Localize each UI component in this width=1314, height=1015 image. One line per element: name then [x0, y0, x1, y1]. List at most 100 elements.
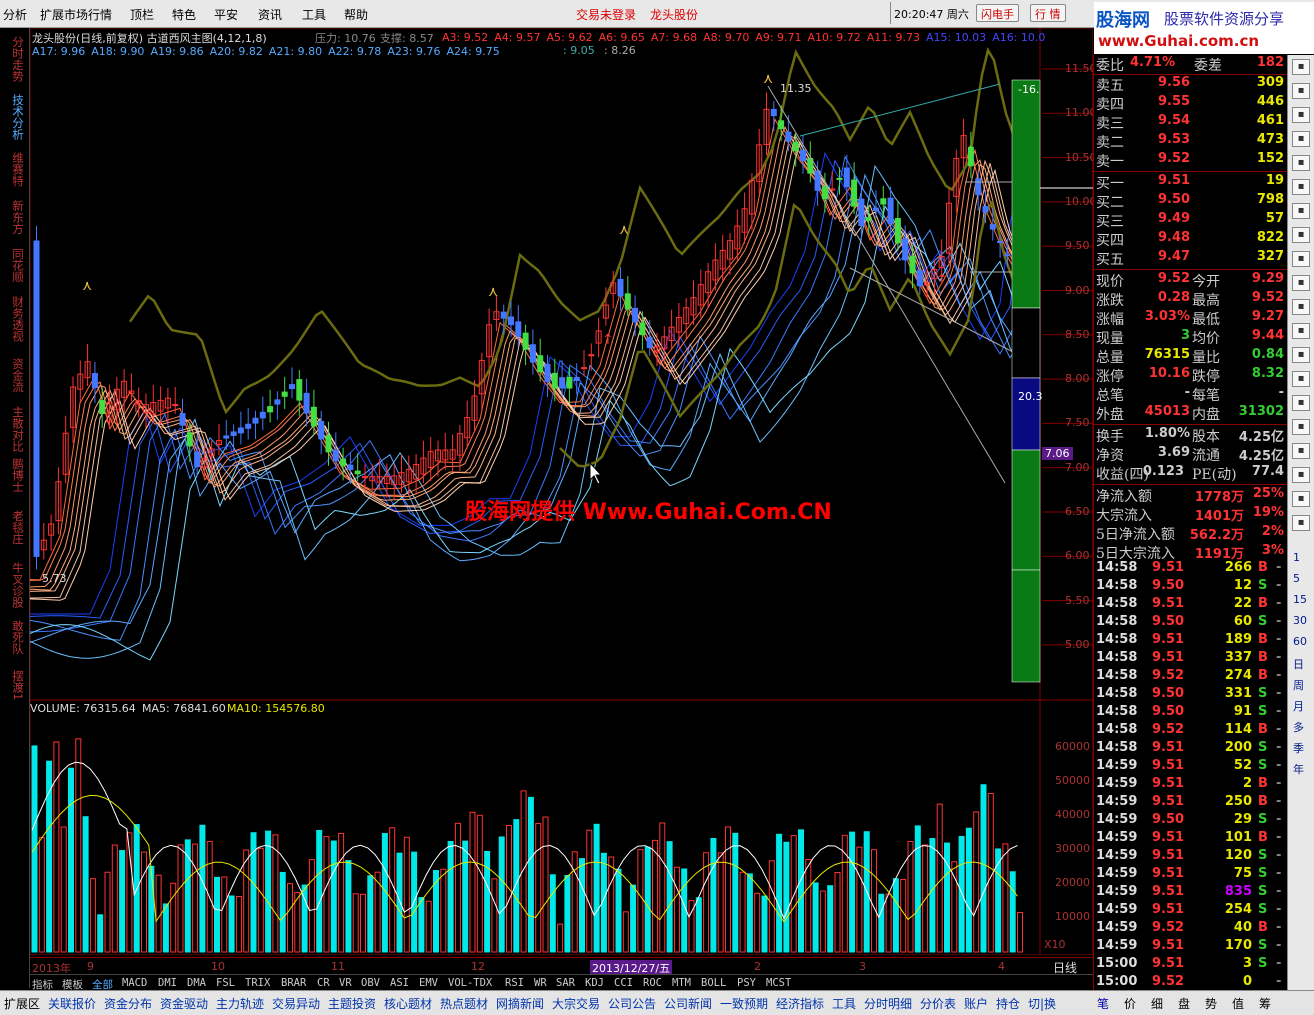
menu-topbar[interactable]: 顶栏	[130, 6, 154, 23]
detail-tab[interactable]: 笔	[1097, 995, 1109, 1012]
menu-news[interactable]: 资讯	[258, 6, 282, 23]
toolbar-icon[interactable]: ▪	[1292, 59, 1310, 75]
indicator-tab-fsl[interactable]: FSL	[216, 977, 235, 989]
period-button-日[interactable]: 日	[1293, 656, 1304, 672]
bottom-tab[interactable]: 主题投资	[328, 995, 376, 1012]
indicator-tab-cr[interactable]: CR	[317, 977, 330, 989]
bottom-tab[interactable]: 资金分布	[104, 995, 152, 1012]
left-tab-11[interactable]: 敢死队	[8, 620, 25, 655]
bid-row[interactable]: 买四 9.48 822	[1094, 230, 1288, 249]
bottom-tab[interactable]: 网摘新闻	[496, 995, 544, 1012]
ask-row[interactable]: 卖一 9.52 152	[1094, 151, 1288, 170]
toolbar-icon[interactable]: ▪	[1292, 131, 1310, 147]
main-kline-chart[interactable]: ⋏ ⋏ ⋏ ⋏ ↑ ↑ ↑ 龙头股份(日线,前复权) 古道西风主图(4,12,1,8) 压力…	[29, 27, 1097, 701]
toolbar-icon[interactable]: ▪	[1292, 275, 1310, 291]
bid-row[interactable]: 买五 9.47 327	[1094, 249, 1288, 268]
indicator-tab-rsi[interactable]: RSI	[505, 977, 524, 989]
menu-features[interactable]: 特色	[172, 6, 196, 23]
left-tab-8[interactable]: 鹏博士	[8, 458, 25, 493]
toolbar-icon[interactable]: ▪	[1292, 467, 1310, 483]
bid-row[interactable]: 买一 9.51 19	[1094, 173, 1288, 192]
toolbar-icon[interactable]: ▪	[1292, 179, 1310, 195]
tick-list[interactable]: 14:58 9.51 266 B -14:58 9.50 12 S -14:58 9.51 22 B -…	[1093, 560, 1287, 990]
indicator-tab-kdj[interactable]: KDJ	[585, 977, 604, 989]
left-tab-2[interactable]: 维赛特	[8, 152, 25, 187]
toolbar-icon[interactable]: ▪	[1292, 419, 1310, 435]
quote-button[interactable]: 行 情	[1030, 4, 1066, 22]
left-tab-12[interactable]: 摆渡1	[8, 670, 25, 700]
period-button-1[interactable]: 1	[1293, 551, 1300, 564]
indicator-tab-obv[interactable]: OBV	[361, 977, 380, 989]
bottom-tab[interactable]: 持仓	[996, 995, 1020, 1012]
menu-pingan[interactable]: 平安	[214, 6, 238, 23]
toolbar-icon[interactable]: ▪	[1292, 323, 1310, 339]
bid-row[interactable]: 买三 9.49 57	[1094, 211, 1288, 230]
bottom-tab[interactable]: 关联报价	[48, 995, 96, 1012]
indicator-tab-asi[interactable]: ASI	[390, 977, 409, 989]
period-button-月[interactable]: 月	[1293, 698, 1304, 714]
period-button-季[interactable]: 季	[1293, 740, 1304, 756]
indicator-tab-vr[interactable]: VR	[339, 977, 352, 989]
bottom-tab[interactable]: 公司新闻	[664, 995, 712, 1012]
toolbar-icon[interactable]: ▪	[1292, 347, 1310, 363]
bottom-tab[interactable]: 分时明细	[864, 995, 912, 1012]
toolbar-icon[interactable]: ▪	[1292, 83, 1310, 99]
detail-tab[interactable]: 势	[1205, 995, 1217, 1012]
bottom-tab[interactable]: 账户	[964, 995, 988, 1012]
indicator-tab-macd[interactable]: MACD	[122, 977, 147, 989]
toolbar-icon[interactable]: ▪	[1292, 251, 1310, 267]
toolbar-icon[interactable]: ▪	[1292, 203, 1310, 219]
toolbar-icon[interactable]: ▪	[1292, 515, 1310, 531]
menu-help[interactable]: 帮助	[344, 6, 368, 23]
toolbar-icon[interactable]: ▪	[1292, 227, 1310, 243]
bottom-tab[interactable]: 资金驱动	[160, 995, 208, 1012]
detail-tab[interactable]: 盘	[1178, 995, 1190, 1012]
left-tab-0[interactable]: 分时走势	[8, 36, 25, 82]
period-button-5[interactable]: 5	[1293, 572, 1300, 585]
volume-chart[interactable]: VOLUME: 76315.64 MA5: 76841.60 MA10: 154…	[29, 699, 1094, 956]
period-button-15[interactable]: 15	[1293, 593, 1307, 606]
period-button-60[interactable]: 60	[1293, 635, 1307, 648]
bid-row[interactable]: 买二 9.50 798	[1094, 192, 1288, 211]
toolbar-icon[interactable]: ▪	[1292, 155, 1310, 171]
bottom-tab[interactable]: 核心题材	[384, 995, 432, 1012]
ask-row[interactable]: 卖三 9.54 461	[1094, 113, 1288, 132]
period-button-30[interactable]: 30	[1293, 614, 1307, 627]
detail-tab[interactable]: 值	[1232, 995, 1244, 1012]
bottom-tab[interactable]: 公司公告	[608, 995, 656, 1012]
bottom-tab[interactable]: 工具	[832, 995, 856, 1012]
left-tab-9[interactable]: 老毯庄	[8, 510, 25, 545]
bottom-tab[interactable]: 切|换	[1028, 995, 1056, 1012]
indicator-tab-mtm[interactable]: MTM	[672, 977, 691, 989]
bottom-tab[interactable]: 交易异动	[272, 995, 320, 1012]
left-tab-3[interactable]: 新东方	[8, 200, 25, 235]
toolbar-icon[interactable]: ▪	[1292, 299, 1310, 315]
indicator-tab-vol-tdx[interactable]: VOL-TDX	[448, 977, 492, 989]
left-tab-10[interactable]: 牛叉诊股	[8, 562, 25, 608]
bottom-tab[interactable]: 经济指标	[776, 995, 824, 1012]
bottom-tab[interactable]: 主力轨迹	[216, 995, 264, 1012]
indicator-tab-roc[interactable]: ROC	[643, 977, 662, 989]
menu-extended-market[interactable]: 扩展市场行情	[40, 6, 112, 23]
toolbar-icon[interactable]: ▪	[1292, 443, 1310, 459]
indicator-tab-cci[interactable]: CCI	[614, 977, 633, 989]
detail-tab[interactable]: 细	[1151, 995, 1163, 1012]
menu-analysis[interactable]: 分析	[3, 6, 27, 23]
period-button-周[interactable]: 周	[1293, 677, 1304, 693]
indicator-tab-mcst[interactable]: MCST	[766, 977, 791, 989]
indicator-tab-trix[interactable]: TRIX	[245, 977, 270, 989]
bottom-tab[interactable]: 分价表	[920, 995, 956, 1012]
trade-login-status[interactable]: 交易未登录	[576, 6, 636, 23]
period-button-多[interactable]: 多	[1293, 719, 1304, 735]
flash-trade-button[interactable]: 闪电手	[976, 4, 1019, 22]
left-tab-5[interactable]: 财务透视	[8, 296, 25, 342]
toolbar-icon[interactable]: ▪	[1292, 491, 1310, 507]
ask-row[interactable]: 卖四 9.55 446	[1094, 94, 1288, 113]
left-tab-4[interactable]: 同花顺	[8, 248, 25, 283]
left-tab-6[interactable]: 资金流	[8, 358, 25, 393]
bottom-tab[interactable]: 扩展区	[4, 995, 40, 1012]
indicator-tab-dmi[interactable]: DMI	[158, 977, 177, 989]
ask-row[interactable]: 卖五 9.56 309	[1094, 75, 1288, 94]
bottom-tab[interactable]: 热点题材	[440, 995, 488, 1012]
indicator-tab-wr[interactable]: WR	[534, 977, 547, 989]
